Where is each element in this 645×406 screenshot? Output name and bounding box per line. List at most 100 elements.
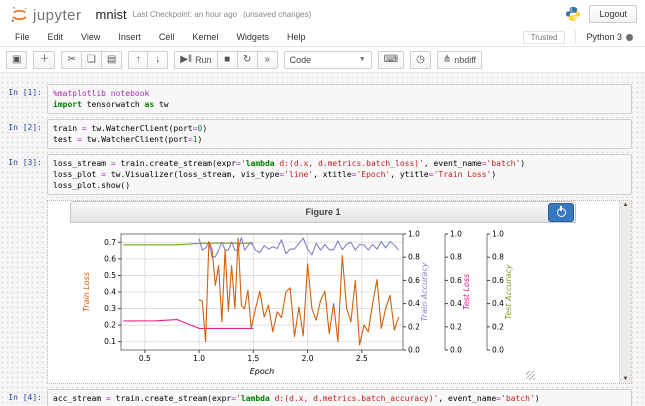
svg-text:1.0: 1.0 [193,354,205,363]
save-button[interactable]: ▣ [6,51,27,69]
notebook-cells-bottom: In [4]: acc_stream = train.create_stream(… [0,389,645,406]
output-scrollbar[interactable]: ▲ ▼ [619,201,631,383]
svg-text:Train Accuracy: Train Accuracy [420,262,429,321]
nbdiff-button[interactable]: ⋔nbdiff [437,51,482,69]
move-cell-up-button[interactable]: ↑ [128,51,148,69]
restart-icon: ↻ [243,55,251,65]
menu-cell[interactable]: Cell [150,29,184,45]
svg-text:0.8: 0.8 [492,253,504,262]
svg-text:Test Accuracy: Test Accuracy [504,264,513,320]
run-cell-button[interactable]: ▶‖Run [174,51,217,69]
kernel-name-label: Python 3 [586,32,622,42]
svg-text:0.2: 0.2 [408,322,420,331]
svg-text:0.2: 0.2 [104,321,116,330]
history-button[interactable]: ◷ [410,51,431,69]
cut-cell-button[interactable]: ✂ [61,51,81,69]
toolbar: ▣ ＋ ✂ ❏ ▤ ↑ ↓ ▶‖Run ■ ↻ » Code ▼ ⌨ ◷ ⋔nb… [0,47,645,73]
svg-text:0.0: 0.0 [408,346,420,355]
trusted-badge: Trusted [523,31,566,44]
svg-text:0.3: 0.3 [104,304,116,313]
loss-accuracy-chart[interactable]: 0.51.01.52.02.5Epoch0.10.20.30.40.50.60.… [73,224,543,382]
code-line: loss_plot.show() [53,180,626,191]
code-line: import tensorwatch as tw [53,99,626,110]
svg-text:0.4: 0.4 [492,299,504,308]
svg-text:0.6: 0.6 [492,276,504,285]
svg-text:Epoch: Epoch [250,367,275,376]
svg-text:0.4: 0.4 [450,299,462,308]
python-logo-icon [565,6,581,22]
svg-text:0.6: 0.6 [408,276,420,285]
code-editor[interactable]: train = tw.WatcherClient(port=0)test = t… [47,119,632,149]
menu-view[interactable]: View [72,29,109,45]
svg-text:0.8: 0.8 [408,253,420,262]
input-prompt: In [2]: [4,119,47,149]
code-line: acc_stream = train.create_stream(expr='l… [53,393,626,404]
svg-text:Train Loss: Train Loss [82,272,91,312]
cell-type-dropdown[interactable]: Code ▼ [284,51,372,69]
cell-type-value: Code [290,55,312,65]
svg-text:0.6: 0.6 [450,276,462,285]
menu-widgets[interactable]: Widgets [227,29,278,45]
menu-edit[interactable]: Edit [39,29,73,45]
logo-text: jupyter [33,7,82,24]
logout-button[interactable]: Logout [589,5,637,23]
scissors-icon: ✂ [67,55,75,65]
svg-text:0.6: 0.6 [104,254,116,263]
menu-insert[interactable]: Insert [109,29,150,45]
paste-cell-button[interactable]: ▤ [102,51,122,69]
run-label: Run [195,55,212,65]
menu-help[interactable]: Help [278,29,315,45]
copy-icon: ❏ [87,55,96,65]
svg-text:Test Loss: Test Loss [462,274,471,310]
command-palette-button[interactable]: ⌨ [378,51,404,69]
chevron-down-icon: ▼ [359,56,366,63]
input-prompt: In [3]: [4,154,47,195]
code-editor[interactable]: acc_stream = train.create_stream(expr='l… [47,389,632,406]
notebook-header: jupyter mnist Last Checkpoint: an hour a… [0,0,645,28]
interrupt-kernel-button[interactable]: ■ [218,51,238,69]
arrow-up-icon: ↑ [136,55,141,65]
restart-run-all-button[interactable]: » [258,51,278,69]
input-prompt: In [4]: [4,389,47,406]
code-line: %matplotlib notebook [53,88,626,99]
svg-text:2.0: 2.0 [302,354,314,363]
clock-icon: ◷ [416,55,425,65]
svg-text:0.5: 0.5 [139,354,151,363]
move-cell-down-button[interactable]: ↓ [148,51,168,69]
svg-text:0.1: 0.1 [104,337,116,346]
code-cell[interactable]: In [4]: acc_stream = train.create_stream(… [4,389,632,406]
figure-canvas: 0.51.01.52.02.5Epoch0.10.20.30.40.50.60.… [48,223,619,383]
code-editor[interactable]: loss_stream = train.create_stream(expr='… [47,154,632,195]
add-cell-button[interactable]: ＋ [33,51,55,69]
figure-resize-handle[interactable] [526,371,535,380]
paste-icon: ▤ [107,55,116,65]
notebook-cells-top: In [1]:%matplotlib notebookimport tensor… [0,84,645,195]
code-cell[interactable]: In [2]:train = tw.WatcherClient(port=0)t… [4,119,632,149]
figure-close-button[interactable] [548,203,574,222]
code-cell[interactable]: In [1]:%matplotlib notebookimport tensor… [4,84,632,114]
jupyter-logo-icon [10,5,29,24]
figure-output: Figure 1 0.51.01.52.02.5Epoch0.10.20.30.… [47,200,632,384]
svg-text:1.0: 1.0 [492,230,504,239]
copy-cell-button[interactable]: ❏ [82,51,102,69]
svg-text:0.8: 0.8 [450,253,462,262]
jupyter-logo[interactable]: jupyter [10,5,82,24]
scroll-down-icon[interactable]: ▼ [623,375,629,383]
menu-file[interactable]: File [6,29,39,45]
notebook-title[interactable]: mnist [96,7,127,22]
restart-kernel-button[interactable]: ↻ [238,51,258,69]
arrow-down-icon: ↓ [155,55,160,65]
code-line: loss_stream = train.create_stream(expr='… [53,158,626,169]
svg-text:0.4: 0.4 [104,288,116,297]
code-cell[interactable]: In [3]: loss_stream = train.create_stream… [4,154,632,195]
unsaved-status: (unsaved changes) [243,10,311,19]
code-line: test = tw.WatcherClient(port=1) [53,134,626,145]
figure-titlebar[interactable]: Figure 1 [70,201,576,223]
svg-text:0.5: 0.5 [104,271,116,280]
menu-kernel[interactable]: Kernel [183,29,227,45]
code-editor[interactable]: %matplotlib notebookimport tensorwatch a… [47,84,632,114]
scroll-up-icon[interactable]: ▲ [623,201,629,209]
svg-text:0.2: 0.2 [450,322,462,331]
power-icon [557,208,566,217]
svg-text:0.2: 0.2 [492,322,504,331]
